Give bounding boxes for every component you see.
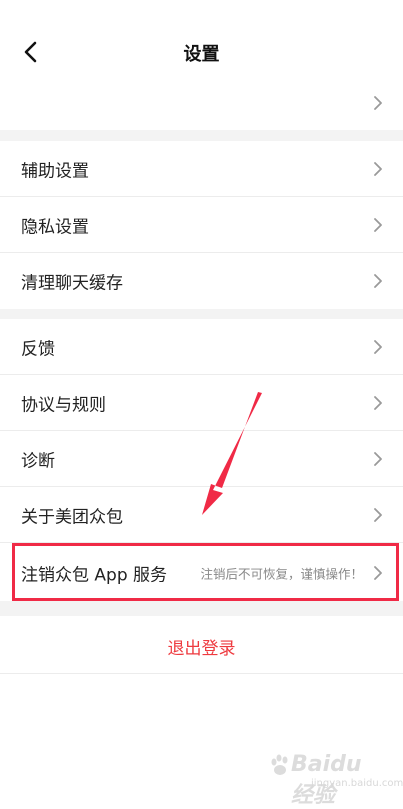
settings-item-label: 关于美团众包 (21, 507, 123, 528)
chevron-right-icon (374, 274, 382, 288)
settings-item-label: 反馈 (21, 339, 55, 360)
settings-item-about[interactable]: 关于美团众包 (0, 487, 403, 543)
settings-item-privacy[interactable]: 隐私设置 (0, 197, 403, 253)
chevron-right-icon (374, 452, 382, 466)
section-gap (0, 601, 403, 616)
settings-item-label: 隐私设置 (21, 217, 89, 238)
chevron-right-icon (374, 96, 382, 110)
chevron-right-icon (374, 340, 382, 354)
chevron-right-icon (374, 508, 382, 522)
settings-item-label: 诊断 (21, 451, 55, 472)
settings-item-agreements[interactable]: 协议与规则 (0, 375, 403, 431)
section-gap (0, 130, 403, 141)
settings-item-accessibility[interactable]: 辅助设置 (0, 141, 403, 197)
logout-button[interactable]: 退出登录 (0, 616, 403, 674)
settings-item-diagnosis[interactable]: 诊断 (0, 431, 403, 487)
logout-label: 退出登录 (167, 639, 236, 659)
watermark-url: jingyan.baidu.com (311, 778, 403, 789)
chevron-right-icon (374, 218, 382, 232)
section-gap (0, 309, 403, 319)
settings-item-clear-cache[interactable]: 清理聊天缓存 (0, 253, 403, 309)
settings-item-label: 协议与规则 (21, 395, 106, 416)
highlight-box (12, 543, 399, 601)
page-title: 设置 (183, 44, 220, 65)
divider (0, 673, 403, 674)
chevron-right-icon (374, 396, 382, 410)
settings-item-feedback[interactable]: 反馈 (0, 319, 403, 375)
settings-item-label: 辅助设置 (21, 161, 89, 182)
chevron-right-icon (374, 162, 382, 176)
baidu-watermark: Baidu 经验 jingyan.baidu.com (269, 752, 403, 808)
profile-row[interactable] (0, 78, 403, 200)
paw-icon (271, 754, 288, 775)
settings-item-label: 清理聊天缓存 (21, 273, 123, 294)
